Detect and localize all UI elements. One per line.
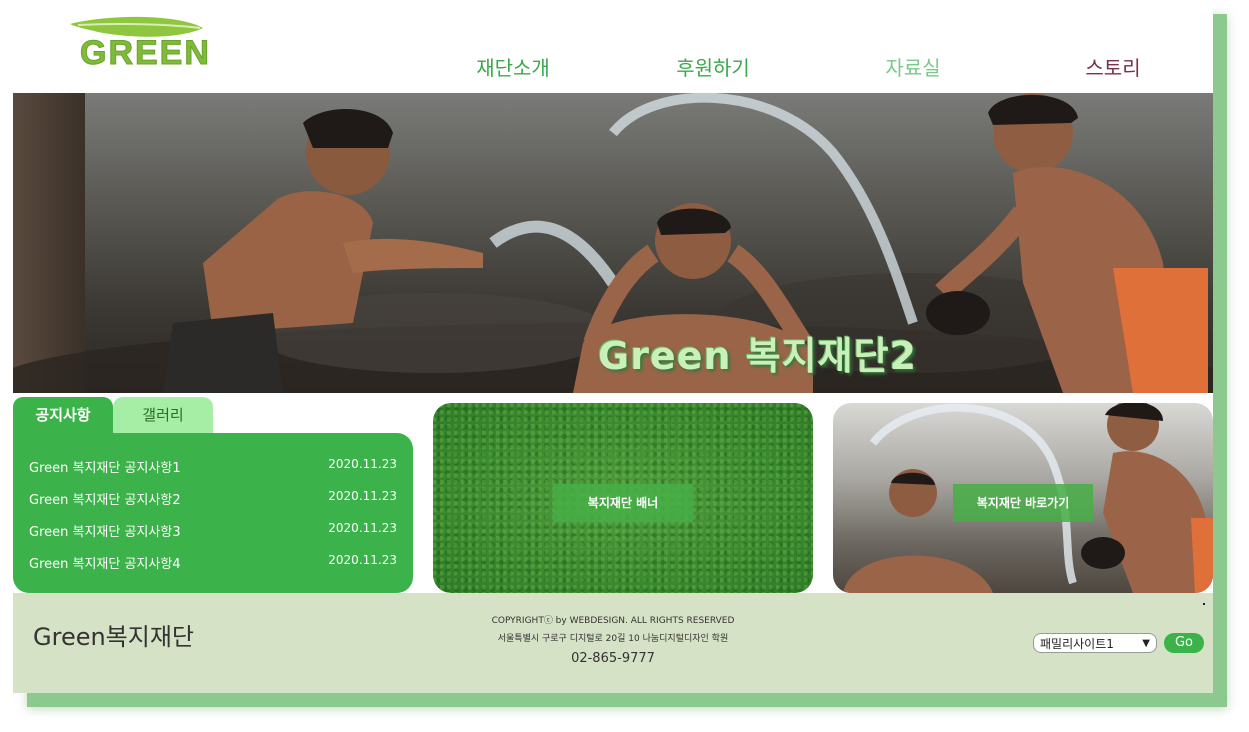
hero-caption: Green 복지재단2 — [598, 334, 918, 378]
nav-item-story[interactable]: 스토리 — [1013, 52, 1213, 81]
notice-title[interactable]: Green 복지재단 공지사항4 — [29, 553, 181, 572]
foundation-banner[interactable]: 복지재단 배너 — [433, 403, 813, 593]
footer-address: 서울특별시 구로구 디지털로 20길 10 나눔디지털디자인 학원 — [497, 634, 729, 644]
header: GREEN 재단소개 후원하기 자료실 스토리 — [13, 0, 1213, 93]
list-item[interactable]: Green 복지재단 공지사항4 2020.11.23 — [29, 553, 397, 575]
notice-date: 2020.11.23 — [328, 457, 397, 471]
footer-phone: 02-865-9777 — [571, 651, 655, 666]
logo[interactable]: GREEN — [68, 16, 243, 73]
list-item[interactable]: Green 복지재단 공지사항2 2020.11.23 — [29, 489, 397, 511]
notice-tabs: 공지사항 갤러리 — [13, 397, 413, 434]
notice-title[interactable]: Green 복지재단 공지사항2 — [29, 489, 181, 508]
footer-dot — [1203, 603, 1205, 605]
notice-list: Green 복지재단 공지사항1 2020.11.23 Green 복지재단 공… — [13, 433, 413, 593]
notice-title[interactable]: Green 복지재단 공지사항1 — [29, 457, 181, 476]
logo-wordmark: GREEN — [80, 34, 211, 73]
foundation-banner-label[interactable]: 복지재단 배너 — [553, 484, 693, 522]
hero-banner: Green 복지재단2 — [13, 93, 1213, 393]
family-site-value: 패밀리사이트1 — [1040, 637, 1114, 651]
tab-notice[interactable]: 공지사항 — [13, 397, 113, 434]
footer-info: COPYRIGHTⓒ by WEBDESIGN. ALL RIGHTS RESE… — [413, 613, 813, 666]
shortcut-banner[interactable]: 복지재단 바로가기 — [833, 403, 1213, 593]
list-item[interactable]: Green 복지재단 공지사항1 2020.11.23 — [29, 457, 397, 479]
shortcut-banner-label[interactable]: 복지재단 바로가기 — [953, 484, 1093, 522]
family-site-select[interactable]: 패밀리사이트1 ▼ — [1033, 633, 1157, 653]
notice-date: 2020.11.23 — [328, 521, 397, 535]
page-container: GREEN 재단소개 후원하기 자료실 스토리 Green 복지재단2 공지사항… — [13, 0, 1213, 693]
go-button[interactable]: Go — [1164, 633, 1204, 653]
main-nav: 재단소개 후원하기 자료실 스토리 — [413, 52, 1213, 82]
nav-item-donate[interactable]: 후원하기 — [613, 52, 813, 81]
list-item[interactable]: Green 복지재단 공지사항3 2020.11.23 — [29, 521, 397, 543]
chevron-down-icon: ▼ — [1142, 638, 1150, 649]
notice-date: 2020.11.23 — [328, 489, 397, 503]
notice-date: 2020.11.23 — [328, 553, 397, 567]
footer-brand: Green복지재단 — [33, 623, 194, 651]
notice-title[interactable]: Green 복지재단 공지사항3 — [29, 521, 181, 540]
nav-item-archive[interactable]: 자료실 — [813, 52, 1013, 81]
nav-item-about[interactable]: 재단소개 — [413, 52, 613, 81]
footer-copyright: COPYRIGHTⓒ by WEBDESIGN. ALL RIGHTS RESE… — [491, 616, 735, 626]
footer: Green복지재단 COPYRIGHTⓒ by WEBDESIGN. ALL R… — [13, 593, 1213, 693]
tab-gallery[interactable]: 갤러리 — [113, 397, 213, 434]
